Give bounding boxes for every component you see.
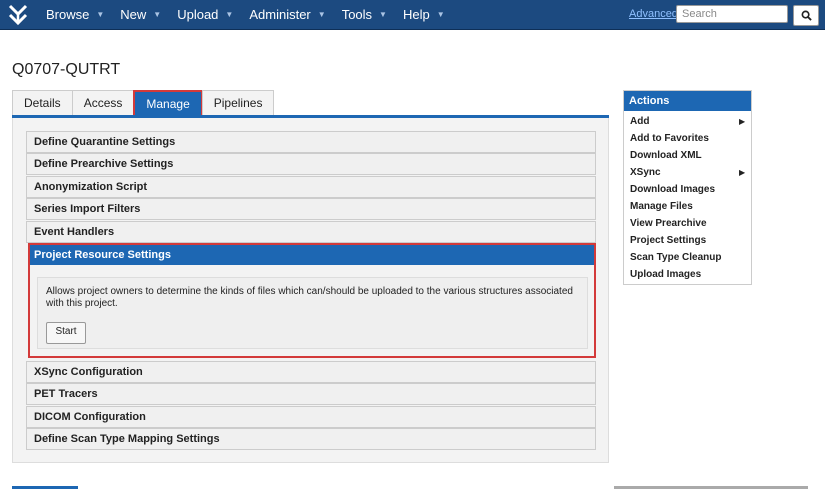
nav-browse[interactable]: Browse ▼ xyxy=(38,0,112,29)
action-manage-files[interactable]: Manage Files xyxy=(630,201,693,212)
search-button[interactable] xyxy=(793,5,819,26)
search-input[interactable] xyxy=(676,5,788,23)
nav-new[interactable]: New ▼ xyxy=(112,0,169,29)
section-define-prearchive-settings[interactable]: Define Prearchive Settings xyxy=(26,153,596,175)
chevron-down-icon: ▼ xyxy=(153,10,162,19)
project-tabs: Details Access Manage Pipelines xyxy=(12,90,275,118)
top-nav-bar: Browse ▼ New ▼ Upload ▼ Administer ▼ Tools ▼ … xyxy=(0,0,825,30)
action-scan-type-cleanup[interactable]: Scan Type Cleanup xyxy=(630,252,722,263)
nav-administer[interactable]: Administer ▼ xyxy=(241,0,333,29)
chevron-down-icon: ▼ xyxy=(225,10,234,19)
tab-manage[interactable]: Manage xyxy=(133,90,203,118)
nav-new-label: New xyxy=(120,7,147,22)
chevron-down-icon: ▼ xyxy=(379,10,387,19)
action-download-xml[interactable]: Download XML xyxy=(630,150,702,161)
section-define-quarantine-settings[interactable]: Define Quarantine Settings xyxy=(26,131,596,153)
action-add[interactable]: Add xyxy=(630,116,649,127)
nav-help-label: Help xyxy=(402,7,430,22)
section-anonymization-script[interactable]: Anonymization Script xyxy=(26,176,596,198)
nav-browse-label: Browse xyxy=(46,7,90,22)
project-resource-settings-body: Allows project owners to determine the k… xyxy=(37,277,588,349)
nav-upload[interactable]: Upload ▼ xyxy=(169,0,241,29)
start-button[interactable]: Start xyxy=(46,322,86,344)
nav-tools[interactable]: Tools ▼ xyxy=(334,0,395,29)
tab-pipelines[interactable]: Pipelines xyxy=(201,90,275,116)
main-menu: Browse ▼ New ▼ Upload ▼ Administer ▼ Tools ▼ … xyxy=(38,0,453,29)
nav-upload-label: Upload xyxy=(177,7,219,22)
project-resource-settings-description: Allows project owners to determine the k… xyxy=(46,286,573,309)
section-series-import-filters[interactable]: Series Import Filters xyxy=(26,198,596,220)
chevron-down-icon: ▼ xyxy=(436,10,445,19)
actions-header: Actions xyxy=(624,91,751,111)
page-title: Q0707-QUTRT xyxy=(12,61,121,78)
xnat-logo-icon[interactable] xyxy=(6,3,30,27)
action-upload-images[interactable]: Upload Images xyxy=(630,269,701,280)
caret-right-icon: ▶ xyxy=(739,117,746,126)
advanced-search-link[interactable]: Advanced xyxy=(629,8,678,20)
section-event-handlers[interactable]: Event Handlers xyxy=(26,221,596,243)
section-dicom-configuration[interactable]: DICOM Configuration xyxy=(26,406,596,428)
section-define-scan-type-mapping-settings[interactable]: Define Scan Type Mapping Settings xyxy=(26,428,596,450)
section-xsync-configuration[interactable]: XSync Configuration xyxy=(26,361,596,383)
tab-access[interactable]: Access xyxy=(71,90,135,116)
action-download-images[interactable]: Download Images xyxy=(630,184,715,195)
chevron-down-icon: ▼ xyxy=(317,10,326,19)
action-view-prearchive[interactable]: View Prearchive xyxy=(630,218,707,229)
tab-details[interactable]: Details xyxy=(12,90,73,116)
section-project-resource-settings: Project Resource Settings Allows project… xyxy=(28,243,596,358)
nav-help[interactable]: Help ▼ xyxy=(395,0,453,29)
action-project-settings[interactable]: Project Settings xyxy=(630,235,706,246)
caret-right-icon: ▶ xyxy=(739,168,746,177)
project-resource-settings-header[interactable]: Project Resource Settings xyxy=(30,245,594,265)
section-pet-tracers[interactable]: PET Tracers xyxy=(26,383,596,405)
nav-tools-label: Tools xyxy=(341,7,373,22)
nav-administer-label: Administer xyxy=(249,7,311,22)
action-xsync[interactable]: XSync xyxy=(630,167,661,178)
action-add-to-favorites[interactable]: Add to Favorites xyxy=(630,133,709,144)
actions-box: Actions Add ▶ Add to Favorites Download … xyxy=(623,90,752,285)
search-icon xyxy=(801,10,812,21)
chevron-down-icon: ▼ xyxy=(96,10,105,19)
